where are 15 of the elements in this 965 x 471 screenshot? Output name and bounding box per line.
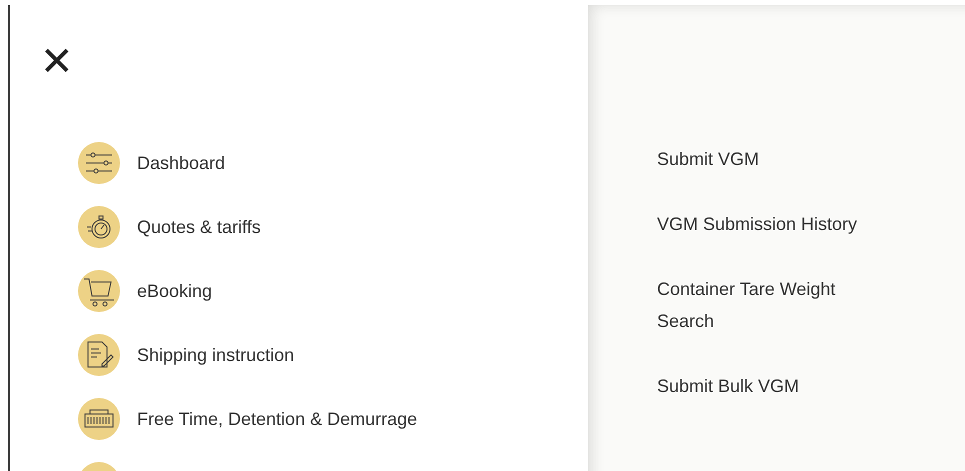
menu-item[interactable]: Dashboard <box>137 152 226 174</box>
container-icon[interactable] <box>78 398 120 440</box>
submenu-link[interactable]: Container Tare Weight Search <box>657 273 867 337</box>
cart-icon[interactable] <box>78 270 120 312</box>
menu-item[interactable]: Quotes & tariffs <box>137 216 261 238</box>
submenu-link[interactable]: Submit VGM <box>657 143 867 175</box>
menu-item[interactable]: eBooking <box>137 280 212 302</box>
submenu-link[interactable]: Submit Bulk VGM <box>657 370 867 402</box>
menu-item[interactable]: Shipping instruction <box>137 344 294 366</box>
close-button[interactable]: ✕ <box>40 42 74 82</box>
stopwatch-icon[interactable] <box>78 206 120 248</box>
sliders-icon[interactable] <box>78 142 120 184</box>
submenu-link[interactable]: VGM Submission History <box>657 208 867 240</box>
document-icon[interactable] <box>78 334 120 376</box>
menu-item[interactable]: Free Time, Detention & Demurrage <box>137 408 418 430</box>
